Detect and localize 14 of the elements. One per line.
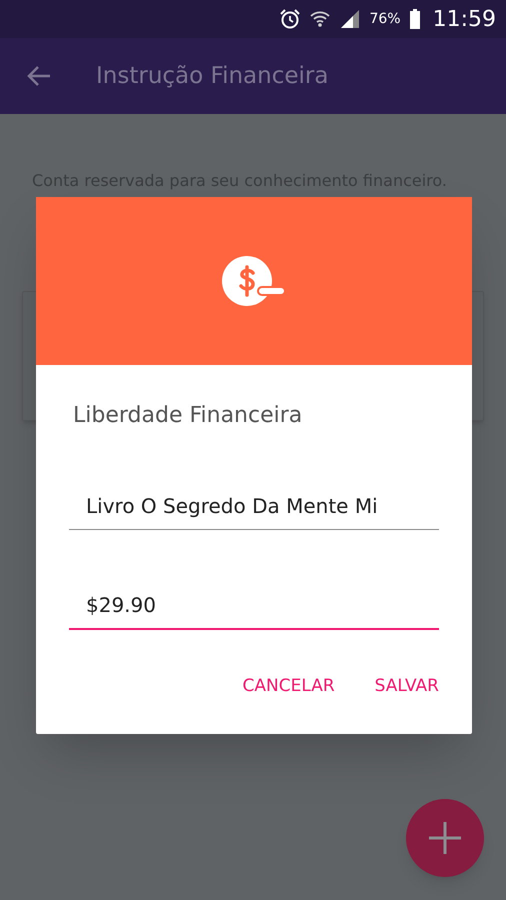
input-field[interactable]: $29.90 (69, 578, 439, 630)
screen-title: Instrução Financeira (96, 62, 328, 91)
battery-icon (408, 8, 421, 30)
signal-icon (339, 8, 362, 30)
save-button[interactable]: SALVAR (360, 668, 453, 706)
clock-time: 11:59 (432, 6, 496, 34)
dialog-title: Liberdade Financeira (72, 402, 304, 430)
back-arrow-icon[interactable] (26, 65, 52, 87)
money-icon (222, 255, 286, 307)
battery-percentage: 76% (369, 10, 401, 28)
plus-icon (429, 822, 461, 854)
input-field[interactable]: Livro O Segredo Da Mente Mi (69, 478, 439, 530)
cancel-button[interactable]: CANCELAR (228, 668, 349, 706)
alarm-icon (279, 8, 302, 30)
